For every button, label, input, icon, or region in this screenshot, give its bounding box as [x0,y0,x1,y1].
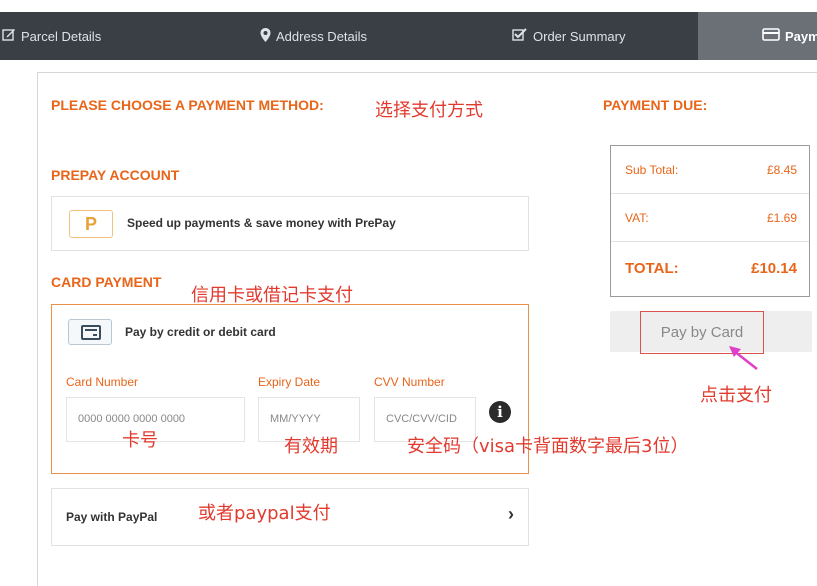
prepay-text: Speed up payments & save money with PreP… [127,216,396,230]
annotation-paypal: 或者paypal支付 [198,503,331,524]
step-label: Order Summary [533,28,626,44]
annotation-card-number: 卡号 [122,430,158,451]
payment-summary: Sub Total: £8.45 VAT: £1.69 TOTAL: £10.1… [610,145,810,297]
total-row: TOTAL: £10.14 [611,242,809,296]
credit-card-icon [68,319,112,345]
prepay-heading: PREPAY ACCOUNT [51,167,180,183]
checkout-steps-nav: Parcel Details Address Details Order Sum… [0,12,817,60]
prepay-option[interactable]: P Speed up payments & save money with Pr… [51,196,529,251]
subtotal-label: Sub Total: [625,163,679,177]
total-value: £10.14 [751,260,797,277]
vat-row: VAT: £1.69 [611,194,809,242]
prepay-icon: P [69,210,113,238]
subtotal-value: £8.45 [766,163,797,177]
card-number-label: Card Number [66,375,139,389]
subtotal-row: Sub Total: £8.45 [611,146,809,194]
edit-icon [2,28,16,44]
annotation-expiry: 有效期 [284,436,338,457]
step-label: Parcel Details [21,28,102,44]
paypal-text: Pay with PayPal [66,510,158,524]
chevron-right-icon: › [508,504,514,524]
credit-card-icon [762,28,780,44]
card-payment-title: Pay by credit or debit card [125,325,276,339]
vat-value: £1.69 [766,211,797,225]
step-label: Address Details [276,28,368,44]
step-payment[interactable]: Payment [698,12,817,60]
total-label: TOTAL: [625,260,679,277]
checkbox-icon [512,28,528,44]
cvv-number-label: CVV Number [374,375,445,389]
step-order-summary[interactable]: Order Summary [512,12,625,60]
vat-label: VAT: [625,211,649,225]
payment-due-heading: PAYMENT DUE: [603,97,708,113]
info-icon[interactable]: i [489,401,511,423]
annotation-pay: 点击支付 [700,385,772,406]
annotation-cvv: 安全码（visa卡背面数字最后3位） [407,436,689,457]
choose-payment-heading: PLEASE CHOOSE A PAYMENT METHOD: [51,97,324,113]
arrow-icon [729,346,758,370]
step-address-details[interactable]: Address Details [260,12,367,60]
annotation-choose: 选择支付方式 [375,100,483,121]
expiry-date-label: Expiry Date [258,375,321,389]
step-parcel-details[interactable]: Parcel Details [2,12,101,60]
step-label: Payment [785,28,817,44]
card-payment-heading: CARD PAYMENT [51,274,162,290]
map-marker-icon [260,27,271,45]
